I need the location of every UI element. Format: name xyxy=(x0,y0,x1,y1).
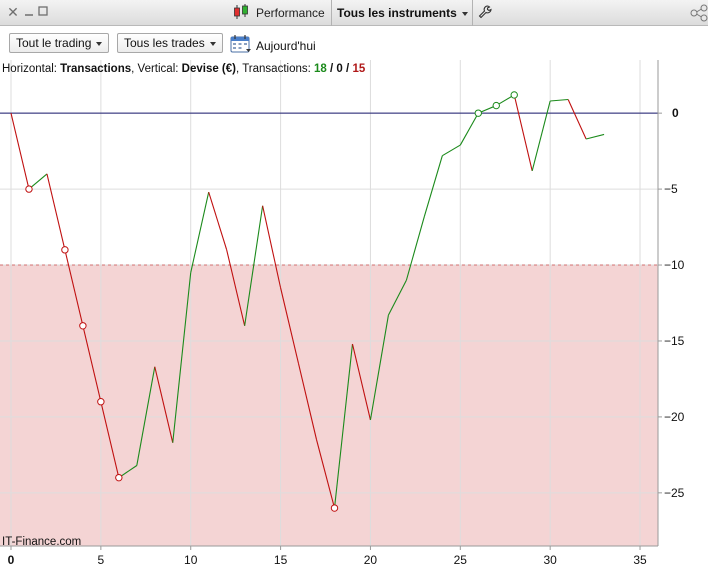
x-tick-label: 5 xyxy=(98,553,105,567)
candlestick-icon xyxy=(232,3,250,23)
filter-toolbar: Tout le trading Tous les trades Aujourd'… xyxy=(0,27,708,60)
trade-marker xyxy=(25,185,33,193)
x-tick-label: 15 xyxy=(274,553,288,567)
wins-count: 18 xyxy=(314,63,327,75)
trade-marker xyxy=(330,504,339,512)
y-tick-label: −10 xyxy=(664,258,685,272)
y-tick-label: 0 xyxy=(672,106,679,120)
gain-segment xyxy=(531,100,551,172)
y-tick-label: −5 xyxy=(664,182,678,196)
loss-segment xyxy=(513,94,533,171)
x-tick-label: 20 xyxy=(364,553,378,567)
trades-filter-dropdown[interactable]: Tous les trades xyxy=(117,33,223,53)
gain-segment xyxy=(190,192,210,273)
horizontal-key: Horizontal: xyxy=(2,63,57,75)
x-tick-label: 30 xyxy=(543,553,557,567)
window-titlebar: ✕ Performance Tous les instruments xyxy=(0,0,708,26)
gain-segment xyxy=(423,155,443,217)
calendar-icon xyxy=(230,34,252,57)
x-tick-label: 10 xyxy=(184,553,198,567)
instruments-label: Tous les instruments xyxy=(337,6,457,20)
x-tick-label: 0 xyxy=(8,553,15,567)
trade-marker xyxy=(492,101,500,110)
trading-filter-label: Tout le trading xyxy=(16,36,92,50)
x-tick-label: 35 xyxy=(633,553,647,567)
loss-segment xyxy=(567,99,587,140)
y-tick-label: −20 xyxy=(664,410,685,424)
vertical-key: Vertical: xyxy=(137,63,179,75)
instruments-dropdown[interactable]: Tous les instruments xyxy=(337,6,468,20)
neutral-count: 0 xyxy=(336,63,343,75)
gain-segment xyxy=(442,144,461,157)
losses-count: 15 xyxy=(352,63,366,75)
slash: / xyxy=(346,63,350,75)
chart-canvas[interactable]: 0 5 10 15 20 25 30 35 0 −5 −10 −15 −20 −25 xyxy=(0,60,708,569)
trade-marker xyxy=(510,91,518,99)
performance-label: Performance xyxy=(256,6,325,20)
trade-marker xyxy=(474,109,482,117)
chart-info-line: Horizontal: Transactions, Vertical: Devi… xyxy=(2,63,365,75)
chevron-down-icon xyxy=(461,11,468,16)
trades-filter-label: Tous les trades xyxy=(124,36,205,50)
loss-segment xyxy=(46,173,66,250)
wrench-icon[interactable] xyxy=(478,5,492,22)
gain-segment xyxy=(585,133,605,140)
close-icon[interactable]: ✕ xyxy=(6,5,20,19)
performance-chart[interactable]: 0 5 10 15 20 25 30 35 0 −5 −10 −15 −20 −25 Horizontal… xyxy=(0,60,708,569)
loss-segment xyxy=(208,191,228,251)
separator: , xyxy=(236,63,240,75)
date-label: Aujourd'hui xyxy=(256,38,316,53)
trading-filter-dropdown[interactable]: Tout le trading xyxy=(9,33,110,53)
watermark: IT-Finance.com xyxy=(2,536,82,548)
loss-segment xyxy=(10,113,30,190)
share-icon[interactable] xyxy=(690,4,708,25)
date-selector[interactable]: Aujourd'hui xyxy=(230,34,316,57)
drawdown-zone xyxy=(0,265,658,546)
x-tick-label: 25 xyxy=(454,553,468,567)
trade-marker xyxy=(79,322,87,330)
trade-marker xyxy=(97,398,105,406)
chevron-down-icon xyxy=(209,41,216,46)
trade-marker xyxy=(115,473,123,482)
y-tick-label: −15 xyxy=(664,334,685,348)
gain-segment xyxy=(459,112,479,146)
y-tick-label: −25 xyxy=(664,486,685,500)
vertical-value: Devise (€) xyxy=(181,63,236,75)
trade-marker xyxy=(61,246,69,254)
gain-segment xyxy=(550,98,569,102)
maximize-icon[interactable] xyxy=(36,5,50,19)
performance-tab[interactable]: Performance xyxy=(232,3,325,23)
separator: , xyxy=(131,63,135,75)
minimize-icon[interactable] xyxy=(22,5,36,19)
chevron-down-icon xyxy=(96,41,103,46)
transactions-key: Transactions: xyxy=(242,63,311,75)
slash: / xyxy=(330,63,334,75)
horizontal-value: Transactions xyxy=(60,63,132,75)
